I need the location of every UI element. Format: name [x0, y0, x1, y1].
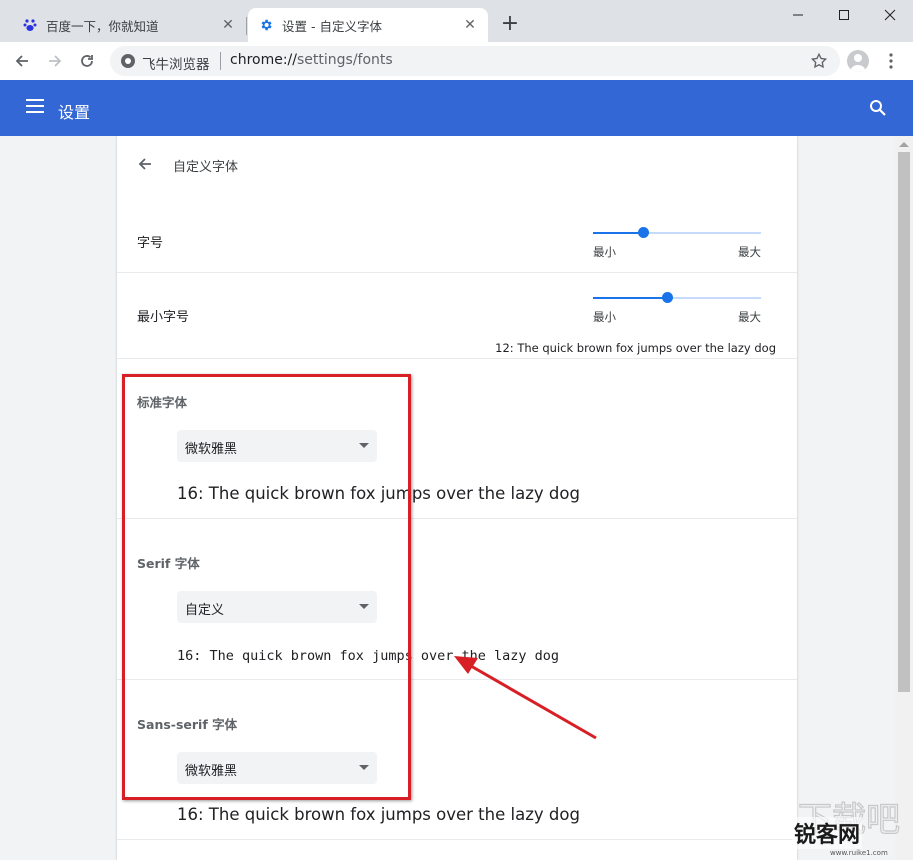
tab-baidu[interactable]: 百度一下，你就知道 ✕: [12, 8, 247, 42]
slider-max-label: 最大: [738, 310, 761, 324]
maximize-button[interactable]: [821, 0, 867, 30]
arrow-left-icon: [15, 55, 28, 67]
baidu-paw-icon: [22, 17, 38, 33]
font-size-slider[interactable]: 最小 最大: [593, 222, 761, 262]
reload-button[interactable]: [75, 49, 99, 73]
url-text: chrome://settings/fonts: [230, 52, 393, 68]
close-icon: [884, 9, 896, 21]
min-font-sample: 12: The quick brown fox jumps over the l…: [495, 341, 776, 355]
close-icon[interactable]: ✕: [220, 17, 236, 33]
forward-button[interactable]: [43, 49, 67, 73]
star-icon: [810, 52, 828, 69]
min-font-size-label: 最小字号: [137, 310, 190, 325]
site-name: 飞牛浏览器: [142, 57, 210, 73]
person-icon: [851, 54, 865, 72]
slider-knob[interactable]: [638, 227, 649, 238]
min-font-size-slider[interactable]: 最小 最大: [593, 287, 761, 327]
arrow-right-icon: [49, 55, 62, 67]
slider-max-label: 最大: [738, 245, 761, 259]
reload-icon: [81, 55, 93, 67]
subpage-title: 自定义字体: [173, 160, 239, 175]
slider-min-label: 最小: [593, 245, 616, 259]
back-button[interactable]: [10, 49, 34, 73]
avatar[interactable]: [847, 50, 869, 72]
sans-serif-font-sample: 16: The quick brown fox jumps over the l…: [177, 805, 580, 824]
tab-strip: 百度一下，你就知道 ✕ 设置 - 自定义字体 ✕ +: [0, 0, 913, 42]
subpage-header: 自定义字体: [117, 136, 797, 192]
close-icon[interactable]: ✕: [462, 17, 478, 33]
search-icon[interactable]: [866, 96, 890, 120]
scroll-thumb[interactable]: [898, 152, 910, 692]
browser-logo-icon: [120, 53, 136, 69]
watermark-logo: 下载吧 锐客网 www.ruike1.com: [770, 795, 910, 857]
tab-settings[interactable]: 设置 - 自定义字体 ✕: [248, 8, 488, 42]
font-size-label: 字号: [137, 236, 164, 251]
slider-fill: [593, 297, 667, 299]
annotation-arrow: [454, 656, 597, 740]
minimize-button[interactable]: [775, 0, 821, 30]
divider: [117, 839, 797, 840]
page-title: 设置: [58, 103, 91, 122]
scroll-up-arrow-icon[interactable]: [899, 142, 909, 147]
divider: [117, 358, 797, 359]
address-bar[interactable]: 飞牛浏览器 chrome://settings/fonts: [110, 46, 840, 76]
more-vert-icon: [889, 53, 893, 69]
slider-knob[interactable]: [662, 292, 673, 303]
slider-min-label: 最小: [593, 310, 616, 324]
separator: [220, 52, 221, 70]
divider: [117, 272, 797, 273]
watermark-url: www.ruike1.com: [830, 849, 888, 857]
tab-title: 百度一下，你就知道: [46, 18, 159, 34]
tab-title: 设置 - 自定义字体: [282, 18, 382, 34]
settings-gear-icon: [258, 17, 274, 33]
slider-fill: [593, 232, 643, 234]
highlight-box: [122, 374, 411, 800]
browser-menu-button[interactable]: [880, 50, 902, 72]
scrollbar[interactable]: [895, 136, 913, 860]
window-close-button[interactable]: [867, 0, 913, 30]
bookmark-star-button[interactable]: [808, 50, 830, 72]
minimize-icon: [793, 14, 803, 16]
menu-icon[interactable]: [26, 99, 44, 113]
new-tab-button[interactable]: +: [499, 13, 521, 36]
watermark-text: 锐客网: [792, 817, 863, 849]
maximize-icon: [839, 10, 849, 20]
settings-header: 设置: [0, 80, 913, 136]
back-arrow-icon[interactable]: [135, 154, 155, 174]
